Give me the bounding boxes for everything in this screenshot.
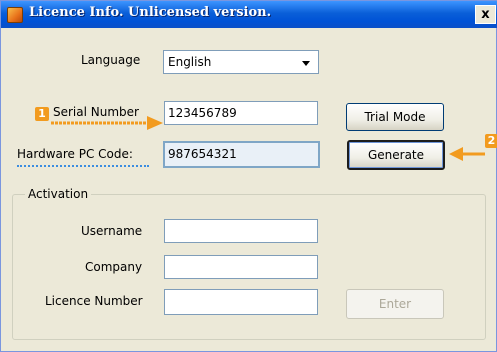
licence-number-label: Licence Number	[45, 294, 143, 308]
window-title: Licence Info. Unlicensed version.	[29, 5, 272, 20]
callout-badge-1: 1	[35, 107, 49, 121]
hardware-code-field[interactable]: 987654321	[163, 141, 320, 168]
title-bar[interactable]: Licence Info. Unlicensed version. x	[1, 1, 497, 28]
callout-arrow-2	[449, 147, 485, 161]
company-input[interactable]	[164, 255, 318, 279]
hardware-label-underline	[17, 165, 149, 167]
chevron-down-icon	[302, 61, 310, 66]
close-button[interactable]: x	[475, 5, 496, 24]
licence-number-input[interactable]	[164, 289, 318, 315]
serial-number-label: Serial Number	[53, 105, 139, 119]
activation-group-label: Activation	[25, 187, 92, 201]
callout-badge-2: 2	[485, 134, 497, 148]
hardware-code-label: Hardware PC Code:	[17, 147, 133, 161]
language-label: Language	[81, 53, 141, 67]
username-label: Username	[81, 224, 143, 238]
generate-button[interactable]: Generate	[347, 140, 445, 170]
username-input[interactable]	[164, 219, 318, 243]
licence-dialog: Licence Info. Unlicensed version. x Lang…	[0, 0, 497, 352]
serial-number-input[interactable]: 123456789	[164, 101, 318, 125]
language-selected-value: English	[168, 55, 212, 69]
enter-button[interactable]: Enter	[346, 289, 444, 319]
app-icon	[7, 7, 23, 23]
callout-arrow-1	[51, 116, 163, 130]
company-label: Company	[85, 260, 143, 274]
language-dropdown[interactable]: English	[163, 50, 319, 74]
trial-mode-button[interactable]: Trial Mode	[346, 103, 444, 131]
